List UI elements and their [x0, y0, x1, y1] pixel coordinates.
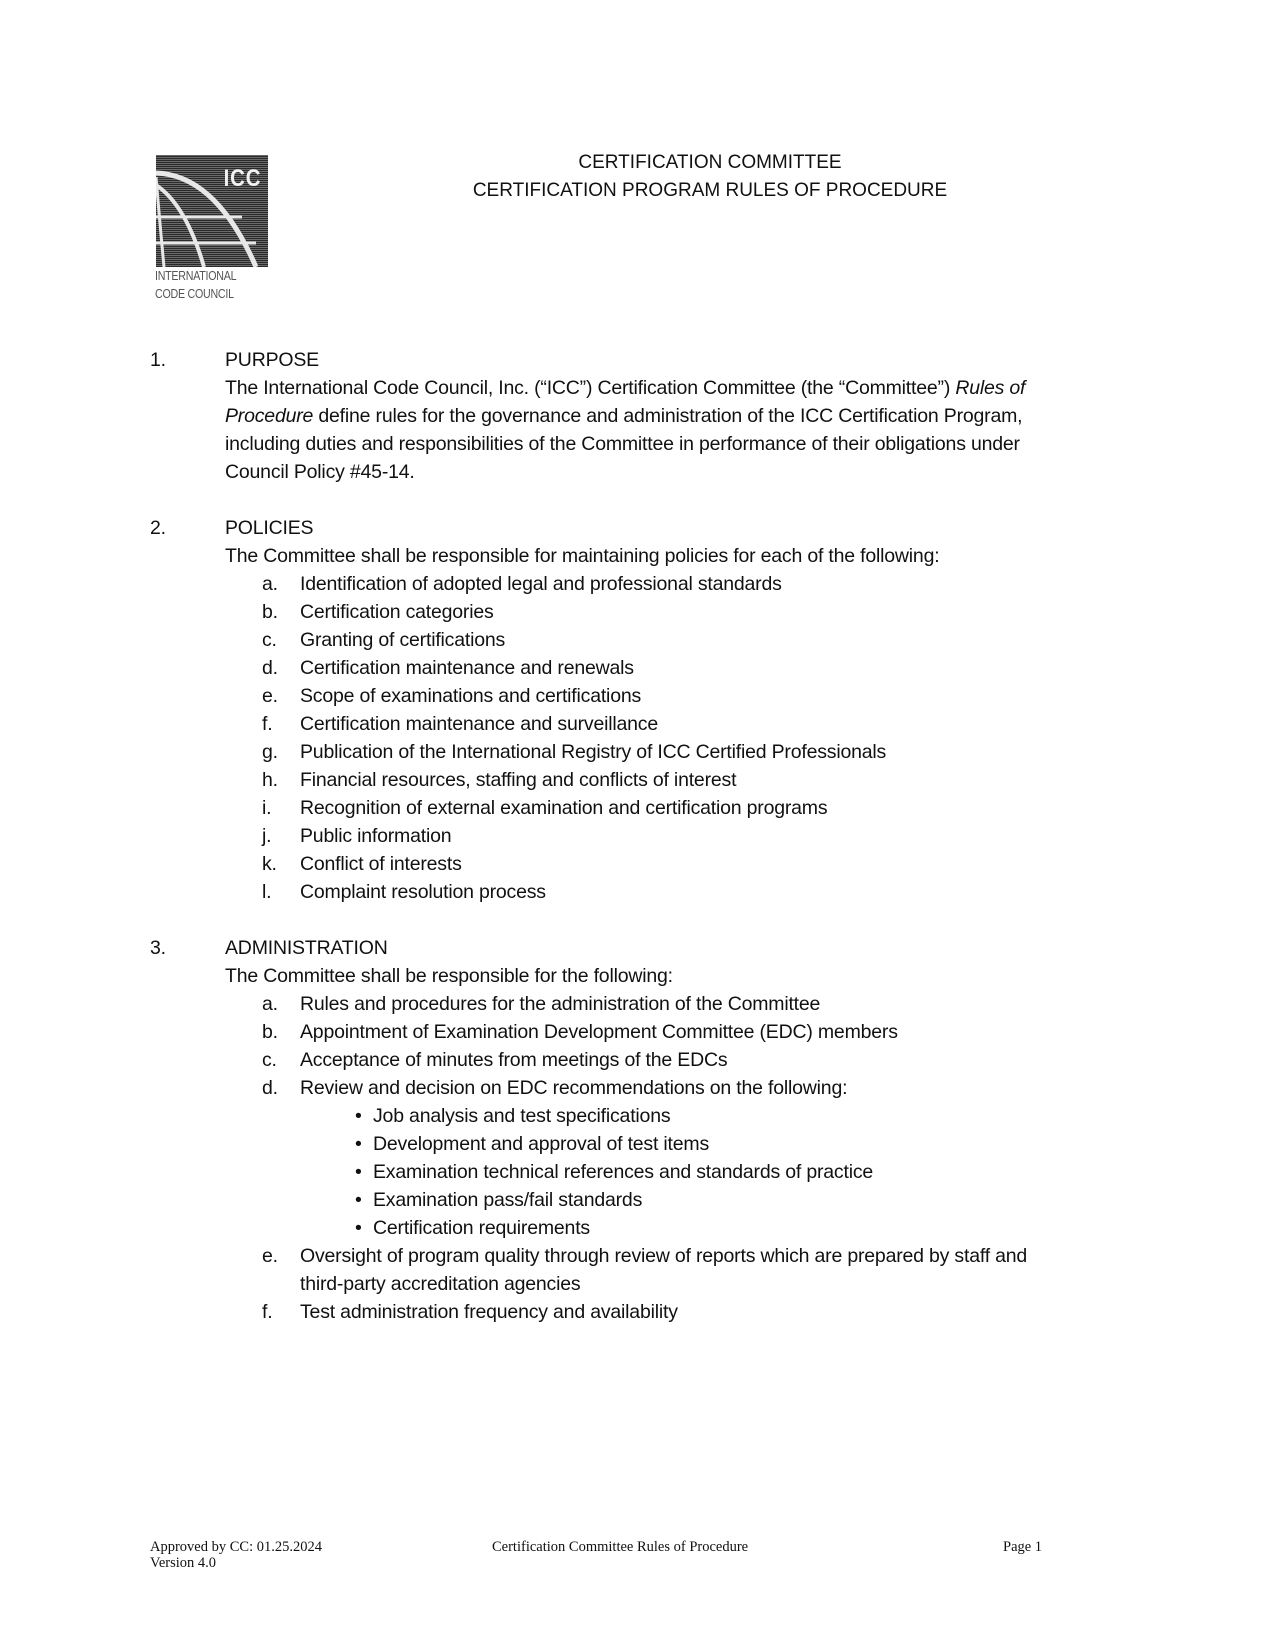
list-item: Financial resources, staffing and confli…	[300, 769, 737, 791]
list-letter: h.	[262, 769, 278, 791]
section-heading-purpose: PURPOSE	[225, 349, 319, 371]
footer-version: Version 4.0	[150, 1555, 217, 1571]
purpose-line: Council Policy #45-14.	[225, 461, 415, 483]
list-letter: d.	[262, 657, 278, 679]
purpose-line: including duties and responsibilities of…	[225, 433, 1020, 455]
list-item: Appointment of Examination Development C…	[300, 1021, 898, 1043]
administration-intro: The Committee shall be responsible for t…	[225, 965, 673, 987]
italic-text: Procedure	[225, 405, 314, 427]
section-number: 1.	[150, 349, 166, 371]
document-title: CERTIFICATION COMMITTEE	[578, 152, 842, 173]
list-item: Oversight of program quality through rev…	[300, 1245, 1028, 1267]
section-heading-administration: ADMINISTRATION	[225, 937, 388, 959]
bullet-icon: •	[355, 1133, 362, 1155]
bullet-item: Examination pass/fail standards	[373, 1189, 643, 1211]
italic-text: Rules of	[955, 377, 1026, 399]
footer-approved: Approved by CC: 01.25.2024	[150, 1539, 322, 1555]
bullet-item: Certification requirements	[373, 1217, 590, 1239]
list-item: Rules and procedures for the administrat…	[300, 993, 821, 1015]
footer-page-number: Page 1	[1003, 1539, 1043, 1555]
list-item: Certification maintenance and surveillan…	[300, 713, 658, 735]
footer-document-name: Certification Committee Rules of Procedu…	[492, 1539, 749, 1555]
logo-text-line1: INTERNATIONAL	[155, 268, 237, 283]
list-letter: d.	[262, 1077, 278, 1099]
bullet-icon: •	[355, 1105, 362, 1127]
list-item: Conflict of interests	[300, 853, 462, 875]
document-subtitle: CERTIFICATION PROGRAM RULES OF PROCEDURE	[472, 180, 948, 201]
purpose-line: The International Code Council, Inc. (“I…	[225, 374, 1025, 402]
list-item: Test administration frequency and availa…	[300, 1301, 678, 1323]
list-item: Publication of the International Registr…	[300, 741, 887, 763]
list-letter: g.	[262, 741, 278, 763]
bullet-item: Job analysis and test specifications	[373, 1105, 671, 1127]
text: The International Code Council, Inc. (“I…	[225, 377, 956, 399]
icc-logo: ICC INTERNATIONAL CODE COUNCIL	[153, 152, 271, 308]
list-letter: k.	[262, 853, 277, 875]
list-letter: j.	[262, 825, 272, 847]
list-letter: i.	[262, 797, 272, 819]
section-number: 2.	[150, 517, 166, 539]
icc-globe-logo-icon: ICC	[156, 155, 268, 267]
bullet-icon: •	[355, 1189, 362, 1211]
list-letter: c.	[262, 1049, 277, 1071]
bullet-icon: •	[355, 1161, 362, 1183]
list-letter: l.	[262, 881, 272, 903]
list-letter: e.	[262, 1245, 278, 1267]
list-letter: e.	[262, 685, 278, 707]
logo-text-line2: CODE COUNCIL	[155, 286, 234, 301]
list-item: Certification categories	[300, 601, 494, 623]
list-item-continuation: third-party accreditation agencies	[300, 1273, 581, 1295]
text: define rules for the governance and admi…	[313, 405, 1023, 427]
list-item: Public information	[300, 825, 452, 847]
list-letter: f.	[262, 1301, 273, 1323]
bullet-icon: •	[355, 1217, 362, 1239]
list-letter: f.	[262, 713, 273, 735]
bullet-item: Examination technical references and sta…	[373, 1161, 874, 1183]
list-letter: b.	[262, 1021, 278, 1043]
list-item: Complaint resolution process	[300, 881, 546, 903]
purpose-line: Procedure define rules for the governanc…	[225, 402, 1023, 430]
logo-mark: ICC	[223, 165, 261, 192]
bullet-item: Development and approval of test items	[373, 1133, 710, 1155]
list-item: Review and decision on EDC recommendatio…	[300, 1077, 848, 1099]
list-item: Granting of certifications	[300, 629, 506, 651]
list-item: Identification of adopted legal and prof…	[300, 573, 782, 595]
list-letter: b.	[262, 601, 278, 623]
list-item: Scope of examinations and certifications	[300, 685, 642, 707]
section-heading-policies: POLICIES	[225, 517, 314, 539]
policies-intro: The Committee shall be responsible for m…	[225, 545, 940, 567]
list-item: Recognition of external examination and …	[300, 797, 828, 819]
section-number: 3.	[150, 937, 166, 959]
list-letter: c.	[262, 629, 277, 651]
list-item: Acceptance of minutes from meetings of t…	[300, 1049, 728, 1071]
list-item: Certification maintenance and renewals	[300, 657, 634, 679]
list-letter: a.	[262, 573, 278, 595]
list-letter: a.	[262, 993, 278, 1015]
